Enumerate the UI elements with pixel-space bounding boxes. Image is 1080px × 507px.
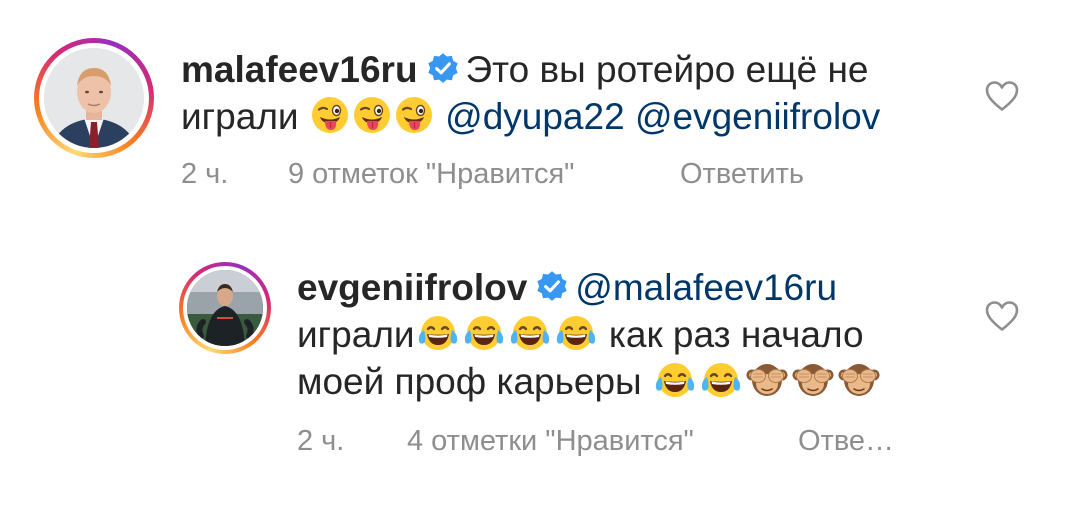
comment-text-line2: играли (181, 96, 299, 137)
verified-badge-icon (535, 270, 569, 304)
likes-count-link[interactable]: 4 отметки "Нравится" (407, 425, 798, 458)
tears-of-joy-emoji-icon (653, 360, 697, 400)
comment-timestamp: 2 ч. (181, 158, 229, 190)
reply-button[interactable]: Отве… (798, 425, 894, 458)
see-no-evil-monkey-emoji-icon (791, 360, 835, 400)
comment-text-line1: Это вы ротейро ещё не (465, 49, 869, 90)
mention-link[interactable]: @dyupa22 (445, 96, 625, 137)
see-no-evil-monkey-emoji-icon (745, 360, 789, 400)
reply-button[interactable]: Ответить (680, 158, 804, 191)
like-heart-icon[interactable] (985, 300, 1019, 332)
verified-badge-icon (426, 52, 460, 86)
avatar[interactable] (187, 270, 263, 346)
comment-meta: 2 ч. 4 отметки "Нравится" Отве… (297, 425, 894, 458)
winking-tongue-emoji-icon (394, 95, 434, 135)
comment-timestamp: 2 ч. (297, 425, 345, 457)
comment-body: malafeev16ru Это вы ротейро ещё не играли… (181, 46, 941, 140)
avatar[interactable] (44, 48, 144, 148)
mention-link[interactable]: @evgeniifrolov (635, 96, 880, 137)
comment-body: evgeniifrolov @malafeev16ru играли как ра… (297, 264, 947, 405)
username[interactable]: evgeniifrolov (297, 267, 527, 308)
comment-meta: 2 ч. 9 отметок "Нравится" Ответить (181, 158, 804, 191)
tears-of-joy-emoji-icon (462, 313, 506, 353)
comment-text-line3: моей проф карьеры (297, 361, 642, 402)
see-no-evil-monkey-emoji-icon (837, 360, 881, 400)
mention-link[interactable]: @malafeev16ru (575, 267, 837, 308)
tears-of-joy-emoji-icon (416, 313, 460, 353)
comment-text-word: играли (297, 314, 415, 355)
tears-of-joy-emoji-icon (699, 360, 743, 400)
winking-tongue-emoji-icon (352, 95, 392, 135)
tears-of-joy-emoji-icon (508, 313, 552, 353)
avatar-story-ring[interactable] (179, 262, 271, 354)
like-heart-icon[interactable] (985, 80, 1019, 112)
likes-count-link[interactable]: 9 отметок "Нравится" (288, 158, 680, 191)
avatar-story-ring[interactable] (34, 38, 154, 158)
tears-of-joy-emoji-icon (554, 313, 598, 353)
username[interactable]: malafeev16ru (181, 49, 418, 90)
comment-text-after: как раз начало (608, 314, 864, 355)
winking-tongue-emoji-icon (310, 95, 350, 135)
